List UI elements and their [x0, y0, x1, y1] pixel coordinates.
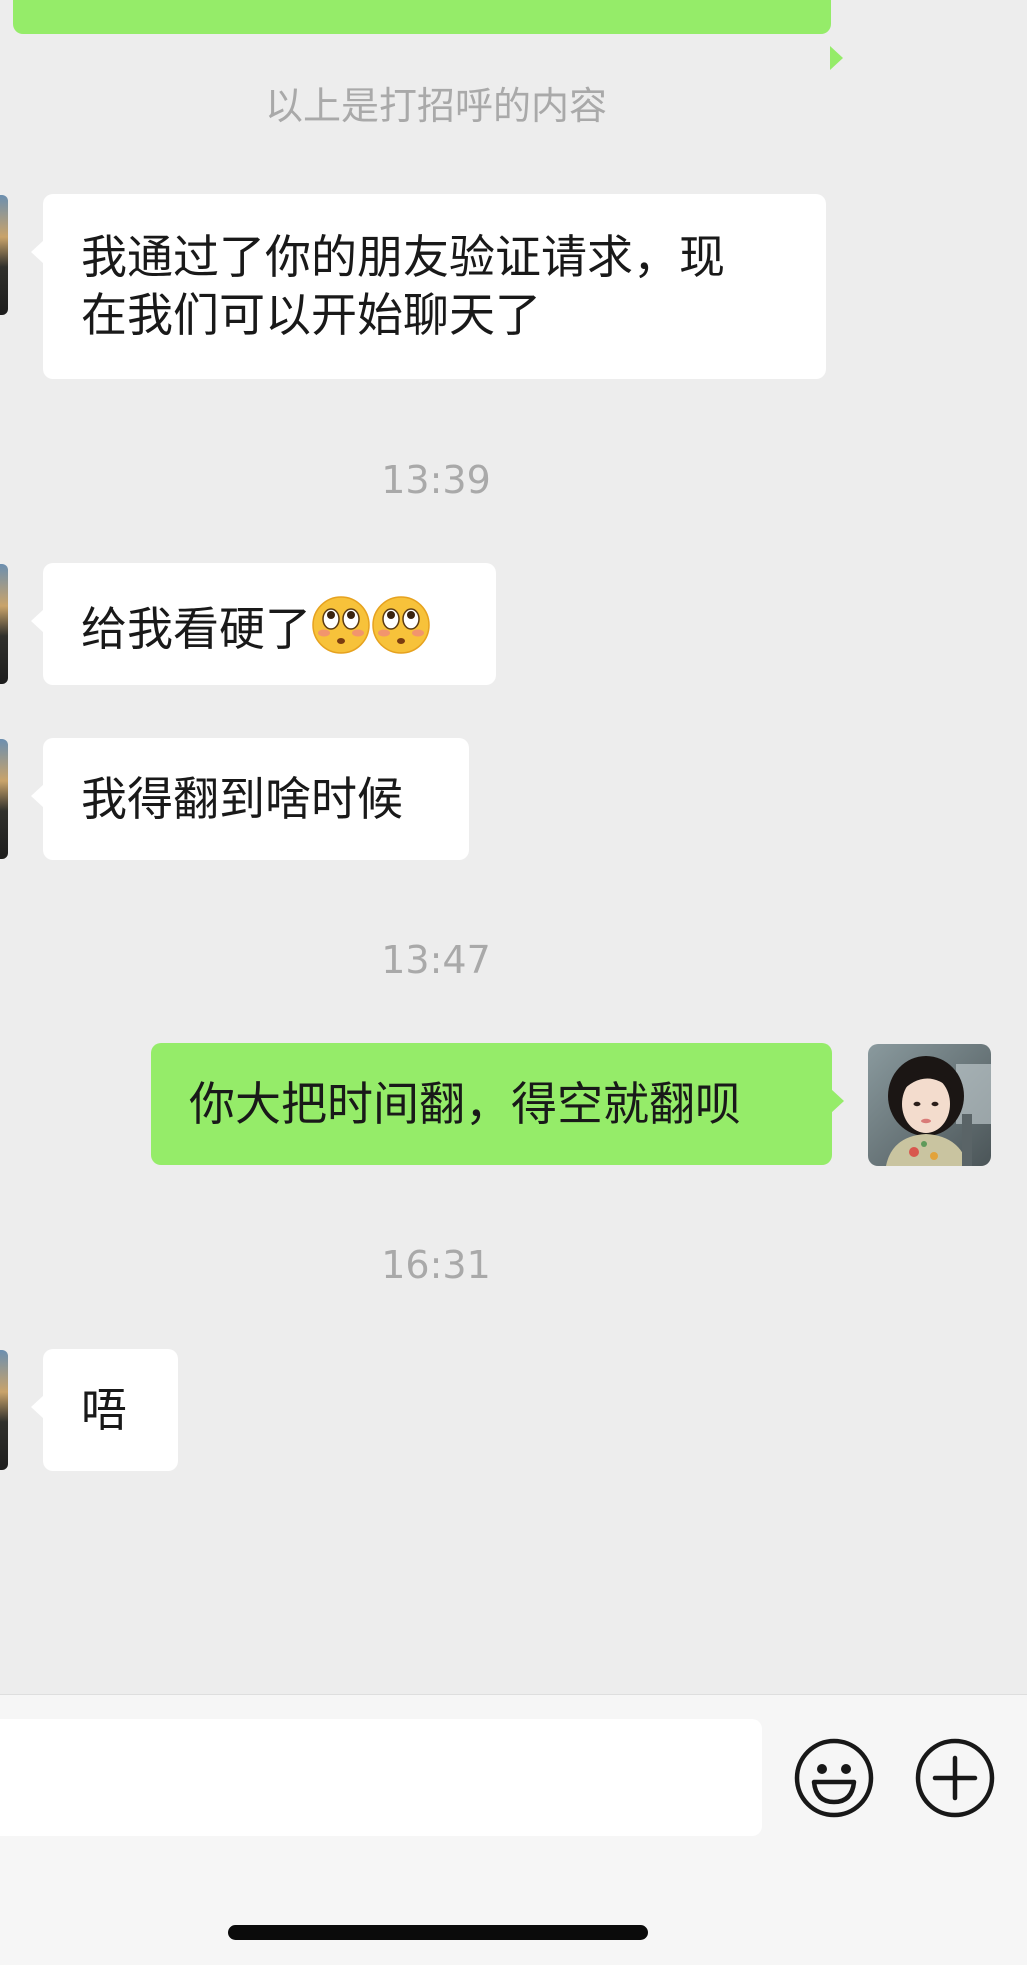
timestamp: 16:31 [381, 1243, 491, 1287]
previous-sent-bubble[interactable] [13, 0, 843, 70]
timestamp: 13:39 [381, 458, 491, 502]
received-message-bubble[interactable]: 我通过了你的朋友验证请求，现 在我们可以开始聊天了 [31, 194, 826, 379]
message-text: 给我看硬了 [81, 602, 311, 656]
greeting-notice: 以上是打招呼的内容 [264, 84, 607, 128]
message-text-line: 在我们可以开始聊天了 [81, 288, 541, 342]
more-button[interactable] [915, 1738, 995, 1818]
my-avatar[interactable] [868, 1044, 991, 1166]
flushed-face-emoji [311, 595, 371, 668]
received-message-bubble[interactable]: 给我看硬了 [31, 563, 496, 685]
received-message-bubble[interactable]: 唔 [31, 1349, 178, 1471]
smiley-face-icon [794, 1738, 874, 1818]
home-indicator [228, 1925, 648, 1940]
contact-avatar[interactable] [0, 564, 8, 684]
chat-input-bar [0, 1694, 1027, 1965]
message-text: 你大把时间翻，得空就翻呗 [189, 1077, 741, 1131]
plus-circle-icon [915, 1738, 995, 1818]
message-text: 我得翻到啥时候 [81, 772, 403, 826]
received-message-bubble[interactable]: 我得翻到啥时候 [31, 738, 469, 860]
emoji-button[interactable] [794, 1738, 874, 1818]
contact-avatar[interactable] [0, 739, 8, 859]
contact-avatar[interactable] [0, 195, 8, 315]
flushed-face-emoji [371, 595, 431, 668]
message-input[interactable] [0, 1719, 762, 1836]
timestamp: 13:47 [381, 938, 491, 982]
message-text: 唔 [81, 1383, 127, 1437]
sent-message-bubble[interactable]: 你大把时间翻，得空就翻呗 [151, 1043, 844, 1165]
contact-avatar[interactable] [0, 1350, 8, 1470]
message-text-line: 我通过了你的朋友验证请求，现 [81, 230, 725, 284]
